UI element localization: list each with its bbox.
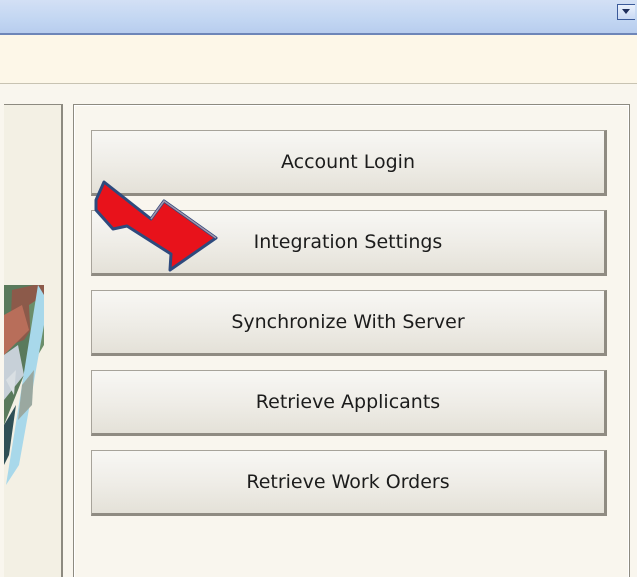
integration-settings-button[interactable]: Integration Settings (91, 210, 607, 276)
chevron-down-icon (622, 9, 630, 14)
window-menu-button[interactable] (617, 4, 635, 20)
toolbar-area (0, 35, 637, 84)
account-login-button[interactable]: Account Login (91, 130, 607, 196)
synchronize-with-server-button[interactable]: Synchronize With Server (91, 290, 607, 356)
city-photo (4, 285, 44, 495)
window-title-bar (0, 0, 637, 35)
left-image-panel (4, 104, 63, 577)
retrieve-work-orders-button[interactable]: Retrieve Work Orders (91, 450, 607, 516)
retrieve-applicants-button[interactable]: Retrieve Applicants (91, 370, 607, 436)
